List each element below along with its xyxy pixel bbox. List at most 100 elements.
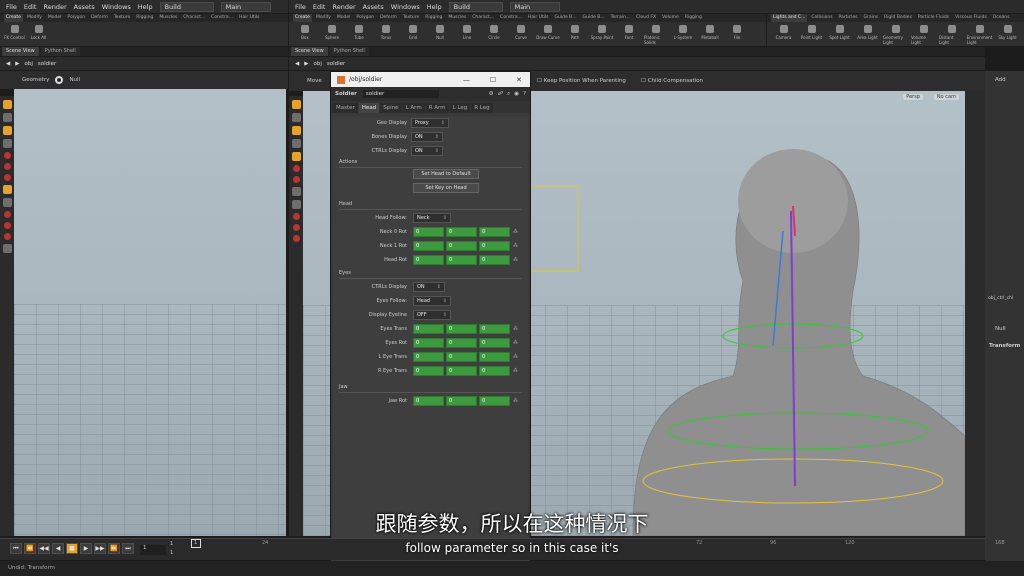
param-field[interactable]: 0 (479, 324, 510, 334)
shelf-tab[interactable]: Model (46, 14, 64, 22)
param-field[interactable]: 0 (413, 366, 444, 376)
tool-icon[interactable] (292, 224, 300, 231)
shelf-tab[interactable]: Hair Utils (526, 14, 551, 22)
shelf-tool[interactable]: Sphere (320, 22, 344, 46)
channel-key-icon[interactable]: ⁂ (513, 326, 519, 332)
param-field[interactable]: 0 (479, 241, 510, 251)
shelf-tool[interactable]: Distant Light (939, 22, 964, 46)
tool-icon[interactable] (292, 165, 300, 172)
shelf-tool[interactable]: Spot Light (827, 22, 852, 46)
path-soldier[interactable]: soldier (327, 61, 345, 67)
head-follow-menu[interactable]: Neck ⇕ (413, 213, 451, 223)
tool-icon[interactable] (291, 139, 301, 148)
shelf-tab[interactable]: Constra... (209, 14, 235, 22)
shelf-tab[interactable]: Lights and C... (771, 14, 808, 22)
tool-icon[interactable] (292, 176, 300, 183)
shelf-tab[interactable]: Polygon (65, 14, 87, 22)
shelf-tool[interactable]: Environment Light (967, 22, 992, 46)
param-field[interactable]: 0 (446, 227, 477, 237)
menu-edit[interactable]: Edit (313, 3, 326, 11)
keep-position-toggle[interactable]: ☐ Keep Position When Parenting (537, 78, 626, 84)
shelf-tab[interactable]: Muscles (157, 14, 179, 22)
shelf-tab[interactable]: Viscous Fluids (953, 14, 989, 22)
tool-icon[interactable] (2, 198, 12, 207)
shelf-tool[interactable]: Area Light (855, 22, 880, 46)
zoom-icon[interactable]: ⌕ (507, 91, 510, 98)
tool-icon[interactable] (2, 139, 12, 148)
shelf-tool[interactable]: Null (428, 22, 452, 46)
path-soldier[interactable]: soldier (38, 61, 56, 67)
gear-icon[interactable]: ⚙ (489, 91, 494, 98)
shelf-tab[interactable]: Grains (862, 14, 881, 22)
ctrls-display-menu[interactable]: ON ⇕ (411, 146, 443, 156)
param-field[interactable]: 0 (413, 241, 444, 251)
shelf-tool[interactable]: Draw Curve (536, 22, 560, 46)
geo-display-menu[interactable]: Proxy ⇕ (411, 118, 449, 128)
menu-assets[interactable]: Assets (363, 3, 384, 11)
tab-spine[interactable]: Spine (380, 103, 402, 113)
forward-icon[interactable]: ▶ (15, 61, 19, 67)
shelf-tool[interactable]: Spray Paint (590, 22, 614, 46)
maximize-icon[interactable]: ☐ (490, 76, 496, 84)
tab-r-leg[interactable]: R Leg (471, 103, 493, 113)
eyes-ctrls-menu[interactable]: ON ⇕ (413, 282, 445, 292)
shelf-tool[interactable]: Path (563, 22, 587, 46)
shelf-tab[interactable]: Particle Fluids (916, 14, 951, 22)
select-tool-icon[interactable] (2, 100, 12, 109)
shelf-tab[interactable]: Collisions (809, 14, 834, 22)
tool-icon[interactable] (3, 222, 11, 229)
shelf-tab[interactable]: Guide B... (581, 14, 607, 22)
shelf-tab[interactable]: Guide B... (553, 14, 579, 22)
shelf-tool[interactable]: Grid (401, 22, 425, 46)
shelf-tab[interactable]: Modify (25, 14, 44, 22)
param-field[interactable]: 0 (446, 396, 477, 406)
channel-key-icon[interactable]: ⁂ (513, 243, 519, 249)
shelf-tool[interactable]: Platonic Solids (644, 22, 668, 46)
shelf-tool[interactable]: File (725, 22, 749, 46)
param-field[interactable]: 0 (479, 366, 510, 376)
shelf-tab[interactable]: Create (293, 14, 312, 22)
tool-icon[interactable] (2, 126, 12, 135)
eyeline-menu[interactable]: OFF ⇕ (413, 310, 451, 320)
shelf-tool[interactable]: Camera (771, 22, 796, 46)
menu-render[interactable]: Render (43, 3, 66, 11)
param-field[interactable]: 0 (413, 255, 444, 265)
shelf-tab[interactable]: Cloud FX (634, 14, 658, 22)
child-comp-toggle[interactable]: ☐ Child Compensation (641, 78, 703, 84)
shelf-tool[interactable]: L-System (671, 22, 695, 46)
tool-icon[interactable] (2, 185, 12, 194)
shelf-tab[interactable]: Polygon (354, 14, 376, 22)
set-key-head-button[interactable]: Set Key on Head (413, 183, 479, 193)
shelf-tool-lock-all[interactable]: Lock All (28, 22, 49, 46)
tool-icon[interactable] (292, 213, 300, 220)
tool-icon[interactable] (2, 244, 12, 253)
tool-icon[interactable] (291, 113, 301, 122)
shelf-tool[interactable]: Box (293, 22, 317, 46)
menu-windows[interactable]: Windows (391, 3, 420, 11)
param-field[interactable]: 0 (479, 255, 510, 265)
forward-icon[interactable]: ▶ (304, 61, 308, 67)
back-icon[interactable]: ◀ (6, 61, 10, 67)
channel-key-icon[interactable]: ⁂ (513, 257, 519, 263)
shelf-tool[interactable]: Geometry Light (883, 22, 908, 46)
path-obj[interactable]: obj (24, 61, 32, 67)
channel-key-icon[interactable]: ⁂ (513, 368, 519, 374)
shelf-tab[interactable]: Charact... (470, 14, 496, 22)
shelf-tab[interactable]: Texture (112, 14, 132, 22)
magnet-icon[interactable] (3, 233, 11, 240)
select-tool-icon[interactable] (291, 100, 301, 109)
tool-icon[interactable] (3, 174, 11, 181)
shelf-tab[interactable]: Deform (378, 14, 399, 22)
menu-edit[interactable]: Edit (24, 3, 37, 11)
menu-file[interactable]: File (295, 3, 306, 11)
shelf-tab[interactable]: Oceans (991, 14, 1012, 22)
shelf-tab[interactable]: Charact... (181, 14, 207, 22)
shelf-tab[interactable]: Rigid Bodies (882, 14, 914, 22)
bones-display-menu[interactable]: ON ⇕ (411, 132, 443, 142)
param-field[interactable]: 0 (413, 227, 444, 237)
shelf-tool[interactable]: Circle (482, 22, 506, 46)
tool-icon[interactable] (3, 211, 11, 218)
shelf-tab[interactable]: Rigging (423, 14, 444, 22)
tool-icon[interactable] (2, 113, 12, 122)
left-viewport[interactable] (14, 89, 286, 536)
